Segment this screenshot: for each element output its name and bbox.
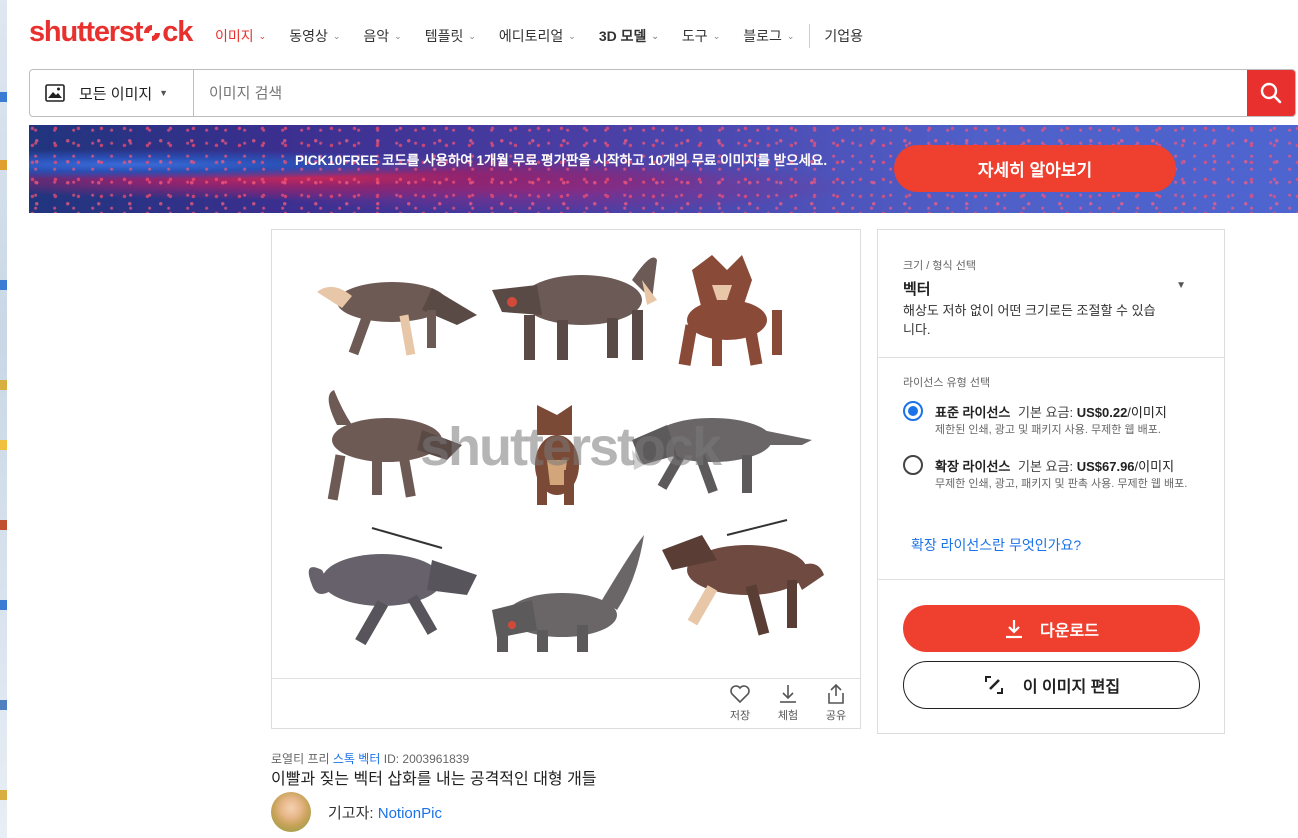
dog-3 [678,255,782,366]
learn-more-button[interactable]: 자세히 알아보기 [894,145,1176,192]
image-id: ID: 2003961839 [383,752,470,766]
nav-item-templates[interactable]: 템플릿 ⌄ [425,26,476,46]
dog-1 [317,282,477,356]
enhanced-license-radio[interactable] [903,455,923,475]
format-value: 벡터 [903,281,931,298]
nav-item-music[interactable]: 음악 ⌄ [363,26,401,46]
download-icon [780,685,796,703]
promo-text: PICK10FREE 코드를 사용하여 1개월 무료 평가판을 시작하고 10개… [295,153,828,168]
try-action[interactable]: 체험 [768,684,808,723]
nav-item-3d-models[interactable]: 3D 모델 ⌄ [599,26,659,46]
format-description: 해상도 저하 없이 어떤 크기로든 조절할 수 있습니다. [903,303,1156,337]
standard-license-radio[interactable] [903,401,923,421]
enhanced-license-info-link[interactable]: 확장 라이선스란 무엇인가요? [911,535,1081,555]
format-section[interactable]: 크기 / 형식 선택 벡터 ▼ 해상도 저하 없이 어떤 크기로든 조절할 수 … [878,230,1224,358]
format-label: 크기 / 형식 선택 [903,260,976,272]
dog-7 [308,527,477,646]
search-input[interactable] [194,70,1247,116]
nav-item-blog[interactable]: 블로그 ⌄ [743,26,794,46]
download-label: 다운로드 [1040,622,1099,640]
dog-8 [492,535,644,652]
enhanced-license-name: 확장 라이선스 [935,459,1011,474]
promo-banner: PICK10FREE 코드를 사용하여 1개월 무료 평가판을 시작하고 10개… [29,125,1298,213]
download-icon [1006,619,1023,638]
share-action[interactable]: 공유 [816,684,856,723]
image-preview-panel: shutterstock 저장 체험 공유 [271,229,861,729]
download-button[interactable]: 다운로드 [903,605,1200,652]
standard-price: US$0.22 [1076,405,1128,420]
caret-down-icon: ▼ [159,88,169,98]
image-icon [45,84,65,102]
logo-o-icon [144,25,161,41]
search-category-dropdown[interactable]: 모든 이미지 ▼ [30,70,194,116]
license-type-label: 라이선스 유형 선택 [903,377,991,389]
top-navigation: shutterst ck 이미지 ⌄ 동영상 ⌄ 음악 ⌄ 템플릿 ⌄ 에디토리얼 ⌄ 3D… [0,0,1298,66]
nav-item-enterprise[interactable]: 기업용 [824,26,863,46]
enhanced-license-desc: 무제한 인쇄, 광고, 패키지 및 판촉 사용. 무제한 웹 배포. [935,478,1188,490]
enhanced-price-label: 기본 요금: [1018,459,1074,474]
nav-item-images[interactable]: 이미지 ⌄ [215,26,266,46]
shutterstock-logo[interactable]: shutterst ck [29,16,193,49]
standard-license-desc: 제한된 인쇄, 광고 및 패키지 사용. 무제한 웹 배포. [935,424,1161,436]
image-title: 이빨과 짖는 벡터 삽화를 내는 공격적인 대형 개들 [271,771,597,788]
search-category-label: 모든 이미지 [79,85,153,103]
dog-9 [662,519,824,636]
license-panel: 크기 / 형식 선택 벡터 ▼ 해상도 저하 없이 어떤 크기로든 조절할 수 … [877,229,1225,734]
edit-label: 이 이미지 편집 [1022,679,1121,696]
image-actions: 저장 체험 공유 [272,678,860,728]
heart-icon [730,685,750,704]
main-nav: 이미지 ⌄ 동영상 ⌄ 음악 ⌄ 템플릿 ⌄ 에디토리얼 ⌄ 3D 모델 ⌄ 도구 ⌄ 블로그… [215,24,886,48]
standard-license-name: 표준 라이선스 [935,405,1011,420]
enhanced-price-unit: /이미지 [1134,459,1175,474]
edit-image-button[interactable]: 이 이미지 편집 [903,661,1200,709]
save-action[interactable]: 저장 [720,684,760,723]
nav-divider [809,24,811,48]
nav-item-tools[interactable]: 도구 ⌄ [682,26,720,46]
standard-price-label: 기본 요금: [1018,405,1074,420]
contributor-link[interactable]: NotionPic [378,805,442,822]
search-icon [1260,82,1282,104]
desktop-edge [0,0,7,838]
preview-image[interactable]: shutterstock [272,230,860,678]
caret-down-icon[interactable]: ▼ [1176,280,1186,291]
watermark: shutterstock [420,417,722,477]
stock-vector-link[interactable]: 스톡 벡터 [333,752,381,766]
search-button[interactable] [1247,70,1295,116]
avatar[interactable] [271,792,311,832]
action-buttons: 다운로드 이 이미지 편집 [878,580,1224,733]
share-icon [828,684,844,704]
share-label: 공유 [825,710,847,722]
royalty-free-label: 로열티 프리 [271,752,330,766]
edit-icon [984,676,1003,694]
standard-price-unit: /이미지 [1127,405,1167,420]
license-section: 라이선스 유형 선택 표준 라이선스 기본 요금: US$0.22/이미지 제한… [878,358,1224,580]
save-label: 저장 [729,710,751,722]
nav-item-video[interactable]: 동영상 ⌄ [289,26,340,46]
contributor-label: 기고자: [328,804,374,822]
dog-2 [492,257,657,360]
contributor: 기고자: NotionPic [271,792,442,832]
try-label: 체험 [777,710,799,722]
enhanced-price: US$67.96 [1076,459,1135,474]
nav-item-editorial[interactable]: 에디토리얼 ⌄ [499,26,576,46]
search-bar: 모든 이미지 ▼ [29,69,1296,117]
